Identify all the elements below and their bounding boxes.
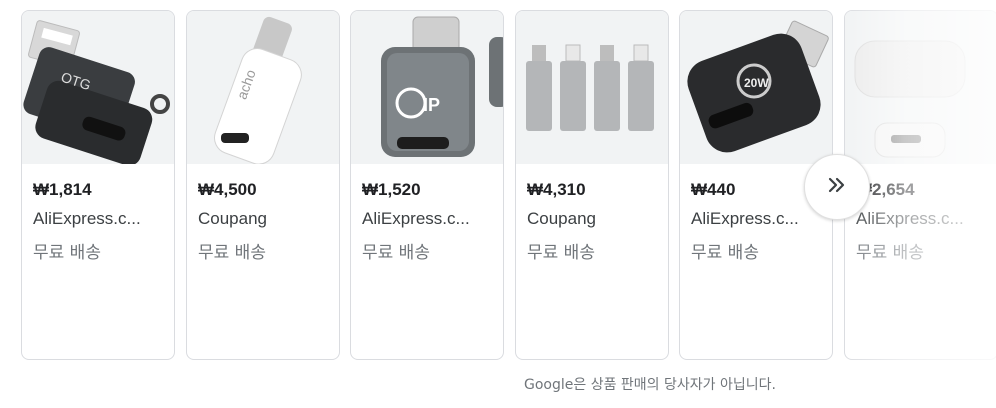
double-chevron-right-icon [825, 173, 849, 202]
carousel-next-button[interactable] [804, 154, 870, 220]
product-store: Coupang [198, 209, 268, 228]
product-store: AliExpress.c... [691, 209, 799, 228]
product-store: AliExpress.c... [362, 209, 470, 228]
product-shipping: 무료 배송 [33, 243, 101, 263]
product-store: Coupang [527, 209, 597, 228]
product-price: ₩1,520 [362, 180, 421, 199]
product-price: ₩440 [691, 180, 736, 199]
svg-text:20W: 20W [744, 76, 769, 90]
disclaimer-text: Google은 상품 판매의 당사자가 아닙니다. [524, 377, 776, 393]
product-image[interactable]: OTG [22, 11, 174, 164]
product-price: ₩4,310 [527, 180, 586, 199]
product-image[interactable] [516, 11, 668, 164]
product-price: ₩1,814 [33, 180, 92, 199]
product-shipping: 무료 배송 [856, 243, 924, 263]
product-shipping: 무료 배송 [691, 243, 759, 263]
product-shipping: 무료 배송 [198, 243, 266, 263]
product-card[interactable]: IP ₩1,520 AliExpress.c... 무료 배송 [350, 10, 504, 360]
svg-text:IP: IP [423, 95, 440, 115]
product-image[interactable]: 20W [680, 11, 832, 164]
product-card[interactable]: acho ₩4,500 Coupang 무료 배송 [186, 10, 340, 360]
product-image[interactable] [845, 11, 996, 164]
product-image[interactable]: acho [187, 11, 339, 164]
product-card[interactable]: ₩4,310 Coupang 무료 배송 [515, 10, 669, 360]
product-price: ₩4,500 [198, 180, 257, 199]
product-store: AliExpress.c... [856, 209, 964, 228]
product-card[interactable]: OTG ₩1,814 AliExpress.c... 무료 배송 [21, 10, 175, 360]
product-shipping: 무료 배송 [527, 243, 595, 263]
product-image[interactable]: IP [351, 11, 503, 164]
product-shipping: 무료 배송 [362, 243, 430, 263]
product-store: AliExpress.c... [33, 209, 141, 228]
